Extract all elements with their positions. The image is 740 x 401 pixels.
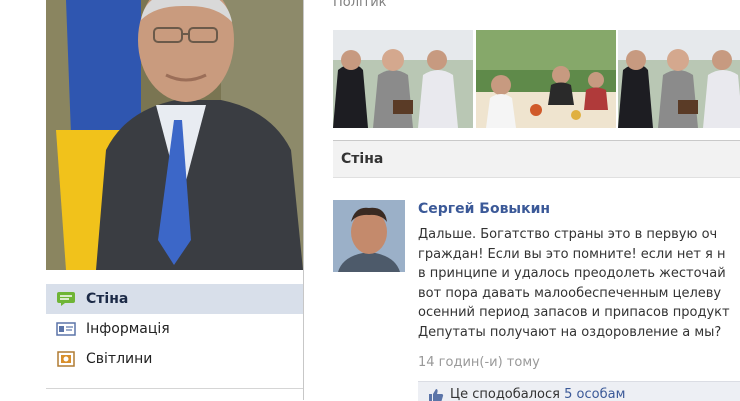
wall-icon <box>57 292 75 306</box>
nav-item-info[interactable]: Інформація <box>46 314 303 344</box>
nav-item-wall[interactable]: Стіна <box>46 284 303 314</box>
wall-header: Стіна <box>333 140 740 178</box>
post-text-line: Дальше. Богатство страны это в первую оч <box>418 227 718 242</box>
post-text-line: Депутаты получают на оздоровление а мы? <box>418 324 722 340</box>
post-text-line: граждан! Если вы это помните! если нет я… <box>418 246 726 262</box>
nav-item-photos[interactable]: Світлини <box>46 344 303 374</box>
profile-photo[interactable] <box>46 0 303 270</box>
post-text-line: вот пора давать малообеспеченным целеву <box>418 285 722 301</box>
post-text-line: осенний период запасов и припасов продук… <box>418 305 730 320</box>
likes-count-link[interactable]: 5 особам <box>564 387 625 401</box>
likes-prefix: Це сподобалося <box>450 387 560 401</box>
divider <box>46 388 303 389</box>
profile-photo-image <box>46 0 303 270</box>
nav-item-label: Стіна <box>86 291 129 307</box>
photo-thumbnail[interactable] <box>333 30 473 128</box>
section-label: Політик <box>333 0 387 10</box>
profile-nav: Стіна Інформація Світлини <box>46 284 303 374</box>
nav-item-label: Інформація <box>86 321 170 337</box>
avatar[interactable] <box>333 200 405 272</box>
like-bar: Це сподобалося 5 особам <box>418 381 740 401</box>
post-text-line: в принципе и удалось преодолеть жесточай <box>418 266 726 281</box>
post-body: Дальше. Богатство страны это в первую оч… <box>418 225 740 342</box>
photos-icon <box>57 351 75 367</box>
like-summary: Це сподобалося 5 особам <box>450 387 625 401</box>
nav-item-label: Світлини <box>86 351 153 367</box>
main-column: Політик Стіна Сергей Бовыкин Дальше. Бог… <box>304 0 740 401</box>
photo-thumbnail[interactable] <box>476 30 616 128</box>
post-timestamp[interactable]: 14 годин(-и) тому <box>418 355 540 370</box>
info-icon <box>56 322 76 336</box>
thumbs-up-icon <box>429 389 444 401</box>
wall-title: Стіна <box>341 151 384 167</box>
post-author-link[interactable]: Сергей Бовыкин <box>418 201 550 217</box>
photo-thumbnail[interactable] <box>618 30 740 128</box>
left-column: Стіна Інформація Світлини <box>0 0 304 400</box>
